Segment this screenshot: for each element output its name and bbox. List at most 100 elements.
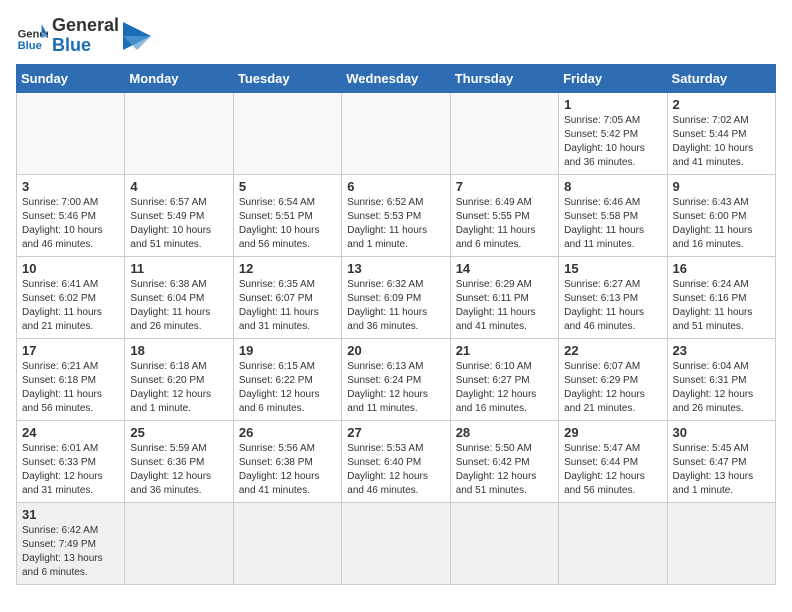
day-info: Sunrise: 6:54 AM Sunset: 5:51 PM Dayligh… [239,196,336,252]
day-cell: 10Sunrise: 6:41 AM Sunset: 6:02 PM Dayli… [17,256,125,338]
day-cell: 31Sunrise: 6:42 AM Sunset: 7:49 PM Dayli… [17,502,125,584]
day-cell: 29 Sunrise: 5:47 AM Sunset: 6:44 PM Dayli… [559,420,667,502]
day-info: Sunrise: 6:41 AM Sunset: 6:02 PM Dayligh… [22,278,119,334]
day-info: Sunrise: 6:43 AM Sunset: 6:00 PM Dayligh… [673,196,770,252]
day-cell: 8 Sunrise: 6:46 AM Sunset: 5:58 PM Daylig… [559,174,667,256]
day-number: 17 [22,343,119,358]
svg-text:Blue: Blue [18,40,42,52]
header-wednesday: Wednesday [342,64,450,92]
day-number: 5 [239,179,336,194]
day-number: 2 [673,97,770,112]
day-number: 8 [564,179,661,194]
day-number: 4 [130,179,227,194]
calendar-table: SundayMondayTuesdayWednesdayThursdayFrid… [16,64,776,585]
day-info: Sunrise: 6:38 AM Sunset: 6:04 PM Dayligh… [130,278,227,334]
day-info: Sunrise: 6:15 AM Sunset: 6:22 PM Dayligh… [239,360,336,416]
day-cell: 5 Sunrise: 6:54 AM Sunset: 5:51 PM Daylig… [233,174,341,256]
day-info: Sunrise: 6:24 AM Sunset: 6:16 PM Dayligh… [673,278,770,334]
day-cell: 30Sunrise: 5:45 AM Sunset: 6:47 PM Dayli… [667,420,775,502]
day-cell [450,502,558,584]
day-number: 20 [347,343,444,358]
day-cell: 22 Sunrise: 6:07 AM Sunset: 6:29 PM Dayli… [559,338,667,420]
day-cell: 28Sunrise: 5:50 AM Sunset: 6:42 PM Dayli… [450,420,558,502]
day-info: Sunrise: 6:49 AM Sunset: 5:55 PM Dayligh… [456,196,553,252]
day-cell: 3Sunrise: 7:00 AM Sunset: 5:46 PM Daylig… [17,174,125,256]
day-cell: 2Sunrise: 7:02 AM Sunset: 5:44 PM Daylig… [667,92,775,174]
day-cell: 11 Sunrise: 6:38 AM Sunset: 6:04 PM Dayli… [125,256,233,338]
day-info: Sunrise: 6:07 AM Sunset: 6:29 PM Dayligh… [564,360,661,416]
day-info: Sunrise: 5:50 AM Sunset: 6:42 PM Dayligh… [456,442,553,498]
day-cell [342,92,450,174]
header: General Blue General Blue [16,16,776,56]
day-info: Sunrise: 6:10 AM Sunset: 6:27 PM Dayligh… [456,360,553,416]
day-cell [17,92,125,174]
logo-triangle-icon [123,22,151,50]
day-number: 29 [564,425,661,440]
day-number: 3 [22,179,119,194]
header-thursday: Thursday [450,64,558,92]
week-row-2: 3Sunrise: 7:00 AM Sunset: 5:46 PM Daylig… [17,174,776,256]
day-number: 27 [347,425,444,440]
day-cell: 26 Sunrise: 5:56 AM Sunset: 6:38 PM Dayli… [233,420,341,502]
day-number: 21 [456,343,553,358]
day-info: Sunrise: 6:35 AM Sunset: 6:07 PM Dayligh… [239,278,336,334]
day-cell [233,502,341,584]
week-row-4: 17 Sunrise: 6:21 AM Sunset: 6:18 PM Dayli… [17,338,776,420]
day-info: Sunrise: 6:21 AM Sunset: 6:18 PM Dayligh… [22,360,119,416]
day-cell: 4Sunrise: 6:57 AM Sunset: 5:49 PM Daylig… [125,174,233,256]
week-row-3: 10Sunrise: 6:41 AM Sunset: 6:02 PM Dayli… [17,256,776,338]
day-cell [667,502,775,584]
day-cell: 23Sunrise: 6:04 AM Sunset: 6:31 PM Dayli… [667,338,775,420]
day-cell: 20Sunrise: 6:13 AM Sunset: 6:24 PM Dayli… [342,338,450,420]
day-number: 7 [456,179,553,194]
day-info: Sunrise: 6:32 AM Sunset: 6:09 PM Dayligh… [347,278,444,334]
day-cell: 21 Sunrise: 6:10 AM Sunset: 6:27 PM Dayli… [450,338,558,420]
logo-text-blue: Blue [52,36,119,56]
day-cell: 19 Sunrise: 6:15 AM Sunset: 6:22 PM Dayli… [233,338,341,420]
day-info: Sunrise: 5:47 AM Sunset: 6:44 PM Dayligh… [564,442,661,498]
day-number: 15 [564,261,661,276]
day-cell: 9 Sunrise: 6:43 AM Sunset: 6:00 PM Daylig… [667,174,775,256]
header-sunday: Sunday [17,64,125,92]
day-cell: 13 Sunrise: 6:32 AM Sunset: 6:09 PM Dayli… [342,256,450,338]
week-row-5: 24Sunrise: 6:01 AM Sunset: 6:33 PM Dayli… [17,420,776,502]
day-info: Sunrise: 6:04 AM Sunset: 6:31 PM Dayligh… [673,360,770,416]
day-info: Sunrise: 6:18 AM Sunset: 6:20 PM Dayligh… [130,360,227,416]
day-number: 14 [456,261,553,276]
day-info: Sunrise: 6:46 AM Sunset: 5:58 PM Dayligh… [564,196,661,252]
day-number: 30 [673,425,770,440]
day-info: Sunrise: 6:52 AM Sunset: 5:53 PM Dayligh… [347,196,444,252]
day-number: 11 [130,261,227,276]
logo: General Blue General Blue [16,16,151,56]
day-info: Sunrise: 6:42 AM Sunset: 7:49 PM Dayligh… [22,524,119,580]
header-tuesday: Tuesday [233,64,341,92]
logo-icon: General Blue [16,20,48,52]
week-row-1: 1 Sunrise: 7:05 AM Sunset: 5:42 PM Daylig… [17,92,776,174]
day-number: 9 [673,179,770,194]
day-info: Sunrise: 6:29 AM Sunset: 6:11 PM Dayligh… [456,278,553,334]
day-cell [233,92,341,174]
day-number: 26 [239,425,336,440]
day-info: Sunrise: 5:56 AM Sunset: 6:38 PM Dayligh… [239,442,336,498]
day-info: Sunrise: 7:05 AM Sunset: 5:42 PM Dayligh… [564,114,661,170]
week-row-6: 31Sunrise: 6:42 AM Sunset: 7:49 PM Dayli… [17,502,776,584]
day-cell [125,502,233,584]
day-number: 1 [564,97,661,112]
day-info: Sunrise: 6:01 AM Sunset: 6:33 PM Dayligh… [22,442,119,498]
day-number: 12 [239,261,336,276]
day-cell: 18Sunrise: 6:18 AM Sunset: 6:20 PM Dayli… [125,338,233,420]
day-number: 16 [673,261,770,276]
header-monday: Monday [125,64,233,92]
day-cell: 24Sunrise: 6:01 AM Sunset: 6:33 PM Dayli… [17,420,125,502]
day-cell: 14 Sunrise: 6:29 AM Sunset: 6:11 PM Dayli… [450,256,558,338]
day-number: 25 [130,425,227,440]
header-friday: Friday [559,64,667,92]
day-cell: 16 Sunrise: 6:24 AM Sunset: 6:16 PM Dayli… [667,256,775,338]
day-cell [342,502,450,584]
day-cell: 1 Sunrise: 7:05 AM Sunset: 5:42 PM Daylig… [559,92,667,174]
day-cell: 17 Sunrise: 6:21 AM Sunset: 6:18 PM Dayli… [17,338,125,420]
day-number: 13 [347,261,444,276]
day-number: 22 [564,343,661,358]
day-number: 19 [239,343,336,358]
day-cell [559,502,667,584]
